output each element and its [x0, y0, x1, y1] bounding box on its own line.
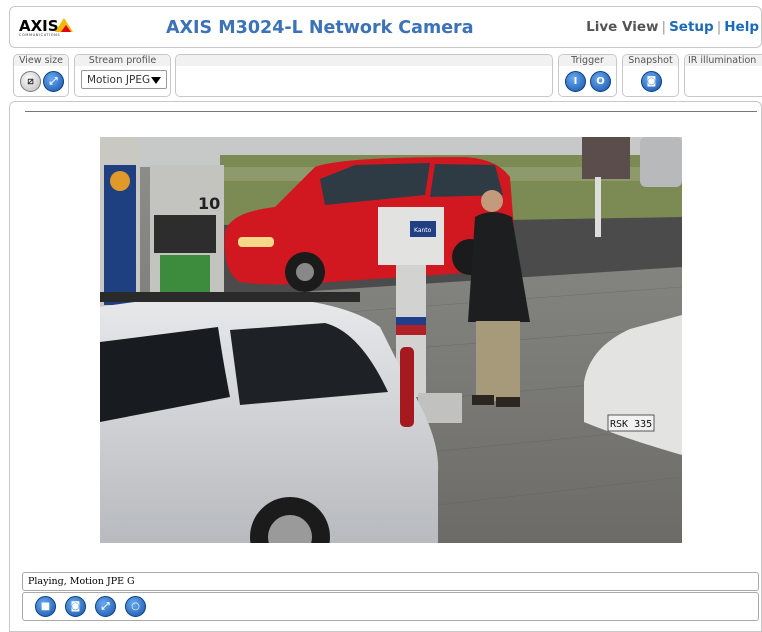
ir-illumination-label: IR illumination	[685, 55, 762, 66]
empty-panel-header	[176, 55, 552, 66]
chevron-down-icon	[151, 77, 161, 84]
view-size-group: View size ⧄ ⤢	[13, 54, 69, 97]
trigger-off-icon[interactable]: O	[590, 71, 611, 92]
nav-help-link[interactable]: Help	[724, 19, 759, 35]
header-bar: AXIS COMMUNICATIONS AXIS M3024-L Network…	[9, 6, 762, 48]
stream-profile-group: Stream profile Motion JPEG	[74, 54, 171, 97]
stream-profile-select[interactable]: Motion JPEG	[81, 70, 167, 89]
stream-profile-label: Stream profile	[75, 55, 170, 66]
view-size-label: View size	[14, 55, 68, 66]
full-size-icon[interactable]: ⤢	[43, 71, 64, 92]
fit-to-window-icon[interactable]: ⧄	[20, 71, 41, 92]
trigger-group: Trigger I O	[558, 54, 617, 97]
stop-icon[interactable]: ■	[35, 596, 56, 617]
camera-image: 10 Kanto RSK 335	[100, 137, 682, 543]
camera-icon[interactable]: ◙	[641, 71, 662, 92]
live-video-stream[interactable]: 10 Kanto RSK 335	[100, 137, 682, 543]
logo-triangle-red-icon	[61, 25, 71, 32]
top-nav: Live View | Setup | Help	[586, 19, 759, 35]
license-plate: RSK 335	[610, 419, 652, 430]
trigger-on-icon[interactable]: I	[565, 71, 586, 92]
snapshot-icon[interactable]: ◙	[65, 596, 86, 617]
nav-setup-link[interactable]: Setup	[669, 19, 714, 35]
status-bar: Playing, Motion JPE G	[22, 572, 759, 591]
snapshot-group: Snapshot ◙	[622, 54, 679, 97]
divider	[25, 111, 757, 112]
snapshot-label: Snapshot	[623, 55, 678, 66]
kanto-sign: Kanto	[414, 227, 432, 234]
nav-live-view[interactable]: Live View	[586, 19, 658, 35]
page-title: AXIS M3024-L Network Camera	[166, 18, 474, 38]
pump-number: 10	[198, 194, 220, 213]
axis-logo[interactable]: AXIS COMMUNICATIONS	[19, 16, 73, 37]
ir-illumination-group: IR illumination	[684, 54, 762, 97]
empty-toolbar-panel	[175, 54, 553, 97]
record-icon[interactable]: ○	[125, 596, 146, 617]
trigger-label: Trigger	[559, 55, 616, 66]
fullscreen-icon[interactable]: ⤢	[95, 596, 116, 617]
playback-controls: ■ ◙ ⤢ ○	[22, 592, 759, 621]
logo-subtext: COMMUNICATIONS	[19, 33, 61, 37]
nav-separator: |	[661, 19, 667, 35]
nav-separator: |	[716, 19, 722, 35]
stream-profile-value: Motion JPEG	[87, 74, 151, 86]
